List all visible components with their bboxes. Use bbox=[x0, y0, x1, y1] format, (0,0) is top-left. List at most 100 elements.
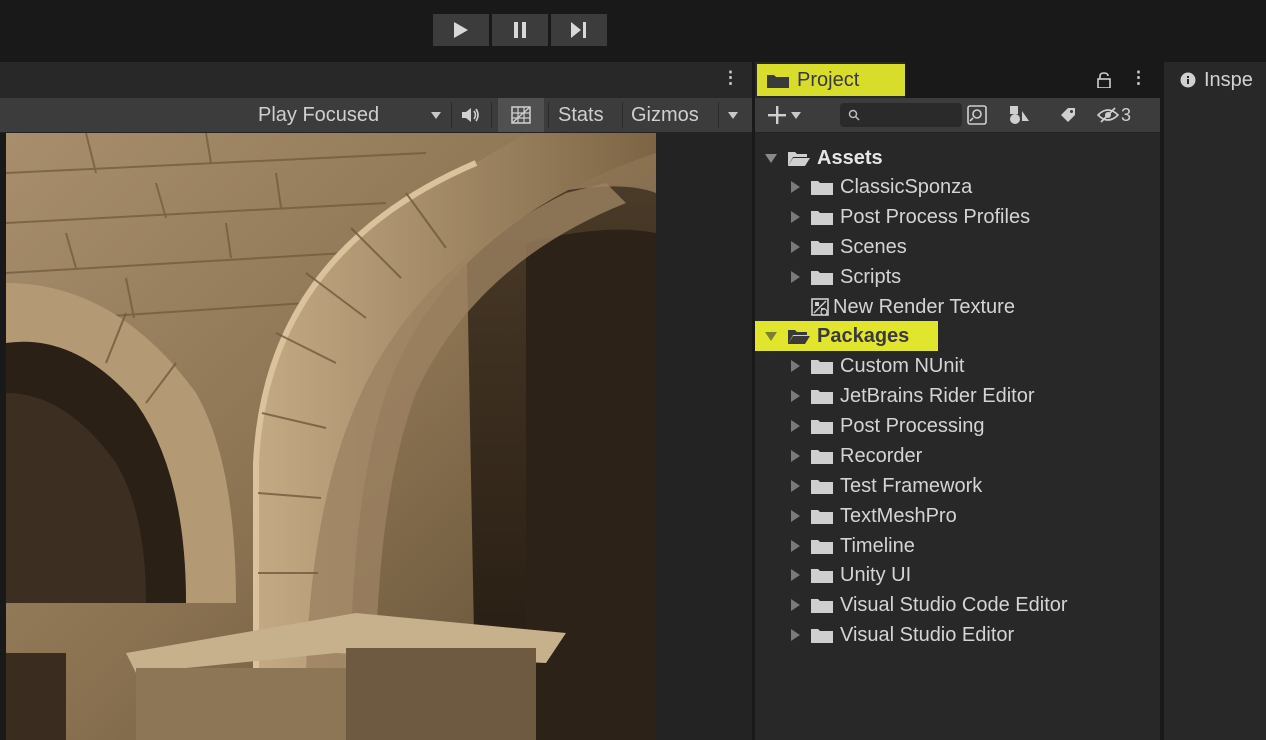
project-search-input[interactable] bbox=[840, 103, 962, 127]
folder-icon bbox=[811, 389, 833, 404]
play-mode-dropdown-arrow[interactable] bbox=[431, 98, 441, 132]
hidden-count: 3 bbox=[1121, 104, 1132, 125]
divider bbox=[718, 102, 719, 128]
tree-item-folder[interactable]: ClassicSponza bbox=[791, 172, 972, 202]
tree-item-label: Visual Studio Editor bbox=[840, 623, 1015, 646]
filter-by-label-button[interactable] bbox=[1059, 98, 1077, 132]
chevron-down-icon bbox=[728, 111, 738, 119]
project-more-menu-icon[interactable]: ⋮ bbox=[1130, 68, 1147, 88]
gizmos-button[interactable]: Gizmos bbox=[631, 98, 699, 132]
play-button[interactable] bbox=[433, 14, 489, 46]
collapse-arrow-icon bbox=[791, 390, 800, 402]
folder-icon bbox=[811, 539, 833, 554]
hidden-packages-toggle[interactable]: 3 bbox=[1097, 98, 1131, 132]
tree-item-label: ClassicSponza bbox=[840, 175, 973, 198]
game-viewport[interactable] bbox=[6, 133, 656, 740]
search-type-icon bbox=[967, 105, 987, 125]
tree-item-folder[interactable]: Scenes bbox=[791, 232, 907, 262]
step-button[interactable] bbox=[551, 14, 607, 46]
create-menu-button[interactable] bbox=[767, 98, 801, 132]
collapse-arrow-icon bbox=[791, 510, 800, 522]
tree-item-label: Assets bbox=[817, 146, 883, 169]
tree-item-packages[interactable]: Packages bbox=[765, 321, 909, 351]
pause-icon bbox=[514, 22, 526, 38]
eye-slash-icon bbox=[1097, 107, 1119, 123]
tree-item-label: Post Process Profiles bbox=[840, 205, 1031, 228]
tree-item-folder[interactable]: Post Process Profiles bbox=[791, 202, 1030, 232]
divider bbox=[548, 102, 549, 128]
filter-by-type-button[interactable] bbox=[1009, 98, 1029, 132]
play-mode-dropdown[interactable]: Play Focused bbox=[258, 98, 379, 132]
collapse-arrow-icon bbox=[791, 211, 800, 223]
gizmos-dropdown-arrow[interactable] bbox=[728, 98, 738, 132]
collapse-arrow-icon bbox=[791, 241, 800, 253]
tree-item-label: Visual Studio Code Editor bbox=[840, 593, 1068, 616]
chevron-down-icon bbox=[791, 111, 801, 119]
game-view-toolbar: Play Focused Stats Gizmos bbox=[0, 98, 752, 133]
expand-arrow-icon bbox=[765, 331, 777, 341]
folder-open-icon bbox=[788, 151, 810, 166]
collapse-arrow-icon bbox=[791, 181, 800, 193]
grid-toggle-button[interactable] bbox=[498, 98, 544, 132]
folder-icon bbox=[811, 419, 833, 434]
play-icon bbox=[454, 22, 468, 38]
folder-icon bbox=[811, 180, 833, 195]
tree-item-folder[interactable]: Scripts bbox=[791, 262, 901, 292]
folder-icon bbox=[811, 359, 833, 374]
tree-item-package[interactable]: Test Framework bbox=[791, 471, 982, 501]
divider bbox=[491, 102, 492, 128]
folder-icon bbox=[811, 479, 833, 494]
tree-item-package[interactable]: Visual Studio Editor bbox=[791, 620, 1014, 650]
playback-controls bbox=[433, 14, 607, 46]
pause-button[interactable] bbox=[492, 14, 548, 46]
main-toolbar bbox=[0, 0, 1266, 62]
tree-item-package[interactable]: Post Processing bbox=[791, 411, 985, 441]
tree-item-package[interactable]: Timeline bbox=[791, 531, 915, 561]
tab-project-label: Project bbox=[797, 68, 860, 91]
tree-item-package[interactable]: TextMeshPro bbox=[791, 501, 957, 531]
play-mode-label: Play Focused bbox=[258, 103, 380, 126]
sponza-scene-image bbox=[6, 133, 656, 740]
tab-inspector[interactable]: Inspe bbox=[1164, 62, 1266, 98]
shapes-icon bbox=[1010, 106, 1029, 124]
tree-item-package[interactable]: Custom NUnit bbox=[791, 351, 964, 381]
tree-item-render-texture[interactable]: New Render Texture bbox=[811, 292, 1015, 322]
search-by-type-button[interactable] bbox=[967, 98, 987, 132]
folder-icon bbox=[811, 240, 833, 255]
stats-button[interactable]: Stats bbox=[558, 98, 604, 132]
tree-item-package[interactable]: Unity UI bbox=[791, 560, 911, 590]
render-texture-icon bbox=[811, 298, 829, 316]
folder-icon bbox=[811, 509, 833, 524]
mute-audio-button[interactable] bbox=[462, 98, 480, 132]
tree-item-package[interactable]: JetBrains Rider Editor bbox=[791, 381, 1035, 411]
game-more-menu-icon[interactable]: ⋮ bbox=[722, 68, 739, 88]
tree-item-label: Unity UI bbox=[840, 563, 912, 586]
tree-item-assets[interactable]: Assets bbox=[765, 143, 883, 173]
info-icon bbox=[1180, 72, 1196, 88]
search-icon bbox=[848, 109, 860, 121]
folder-icon bbox=[811, 628, 833, 643]
tab-inspector-label: Inspe bbox=[1204, 68, 1253, 91]
collapse-arrow-icon bbox=[791, 420, 800, 432]
tree-item-label: Timeline bbox=[840, 534, 915, 557]
project-toolbar: 3 bbox=[755, 98, 1160, 133]
tree-item-label: Custom NUnit bbox=[840, 354, 965, 377]
collapse-arrow-icon bbox=[791, 271, 800, 283]
tree-item-package[interactable]: Visual Studio Code Editor bbox=[791, 590, 1068, 620]
folder-icon bbox=[811, 449, 833, 464]
folder-icon bbox=[811, 568, 833, 583]
tab-project[interactable]: Project bbox=[755, 62, 905, 98]
project-tab-bar: Project ⋮ bbox=[755, 62, 1160, 98]
collapse-arrow-icon bbox=[791, 360, 800, 372]
collapse-arrow-icon bbox=[791, 540, 800, 552]
game-tab-bar: ⋮ bbox=[0, 62, 752, 98]
folder-icon bbox=[767, 74, 789, 88]
tree-item-package[interactable]: Recorder bbox=[791, 441, 922, 471]
step-icon bbox=[571, 22, 586, 38]
plus-icon bbox=[768, 106, 786, 124]
grid-icon bbox=[511, 106, 531, 124]
lock-icon[interactable] bbox=[1097, 72, 1111, 88]
collapse-arrow-icon bbox=[791, 599, 800, 611]
collapse-arrow-icon bbox=[791, 480, 800, 492]
folder-open-icon bbox=[788, 329, 810, 344]
